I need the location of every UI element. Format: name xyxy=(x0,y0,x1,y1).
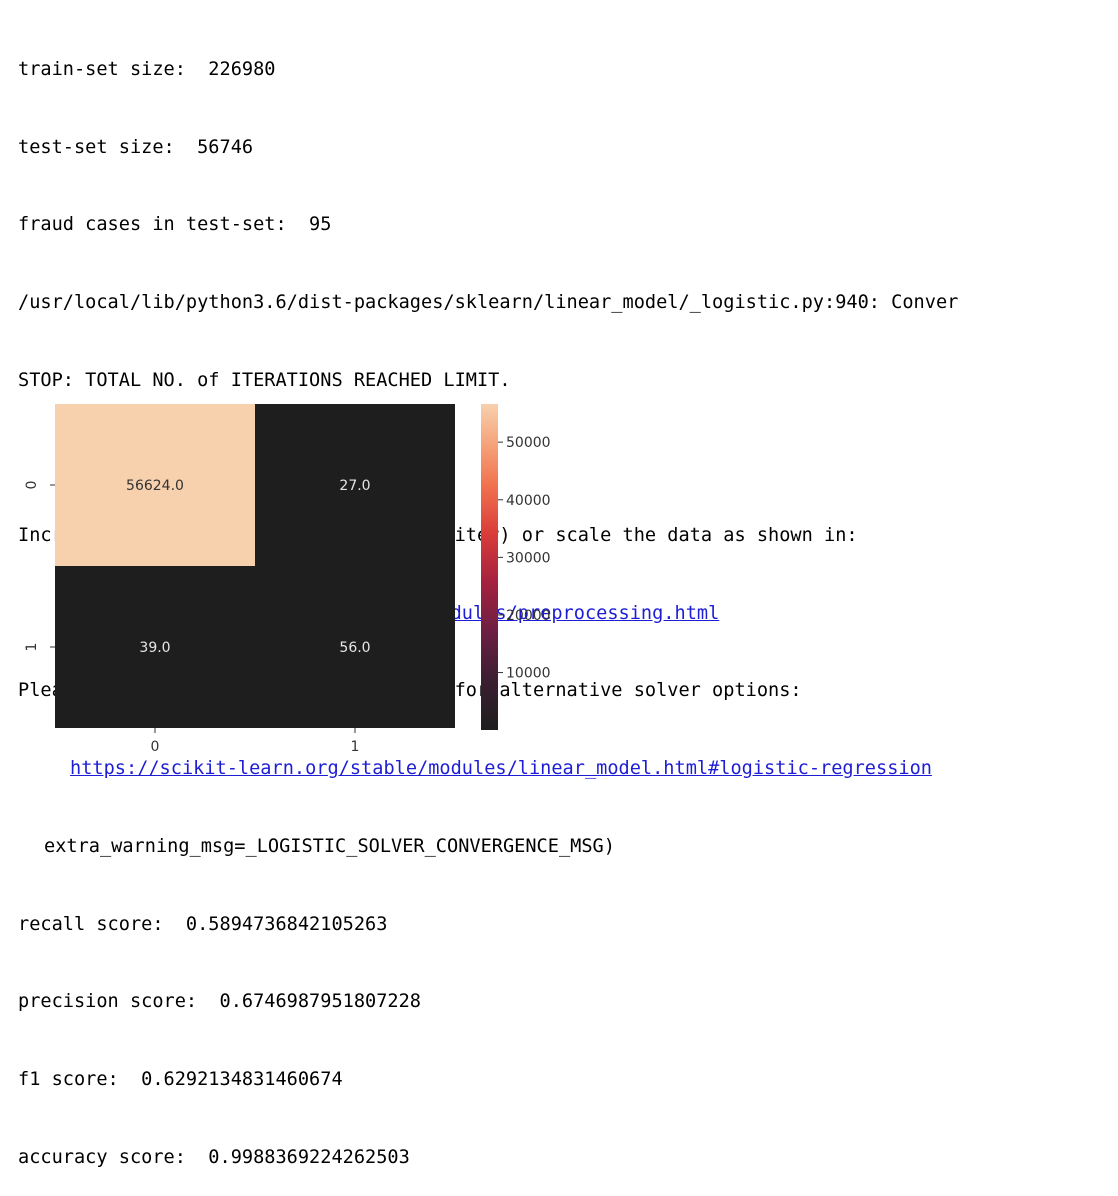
cell-annotation-1-0: 39.0 xyxy=(139,640,170,656)
colorbar-tick-label-0: 10000 xyxy=(506,666,551,682)
colorbar-tick-label-3: 40000 xyxy=(506,493,551,509)
fraud-cases-line: fraud cases in test-set: 95 xyxy=(18,214,332,236)
x-tick-label-1: 1 xyxy=(351,739,360,755)
colorbar xyxy=(481,404,498,730)
cell-annotation-1-1: 56.0 xyxy=(339,640,370,656)
confusion-matrix-figure: 56624.0 27.0 39.0 56.0 0 1 0 1 10000 20000 30000… xyxy=(0,398,600,776)
cell-annotation-0-0: 56624.0 xyxy=(126,478,184,494)
y-tick-label-1: 1 xyxy=(24,643,40,652)
warning-path-line: /usr/local/lib/python3.6/dist-packages/s… xyxy=(18,291,959,313)
extra-warning-line: extra_warning_msg=_LOGISTIC_SOLVER_CONVE… xyxy=(44,835,615,857)
test-size-line: test-set size: 56746 xyxy=(18,136,254,158)
cell-annotation-0-1: 27.0 xyxy=(339,478,370,494)
f1-score-line: f1 score: 0.6292134831460674 xyxy=(18,1068,343,1090)
precision-score-line: precision score: 0.6746987951807228 xyxy=(18,991,421,1013)
colorbar-tick-label-1: 20000 xyxy=(506,608,551,624)
confusion-matrix-heatmap: 56624.0 27.0 39.0 56.0 0 1 0 1 10000 20000 30000… xyxy=(24,404,551,755)
train-size-line: train-set size: 226980 xyxy=(18,58,276,80)
colorbar-tick-label-2: 30000 xyxy=(506,550,551,566)
stop-message-line: STOP: TOTAL NO. of ITERATIONS REACHED LI… xyxy=(18,369,511,391)
recall-score-line: recall score: 0.5894736842105263 xyxy=(18,913,388,935)
y-tick-label-0: 0 xyxy=(24,481,40,490)
colorbar-tick-label-4: 50000 xyxy=(506,435,551,451)
x-tick-label-0: 0 xyxy=(151,739,160,755)
accuracy-score-line: accuracy score: 0.9988369224262503 xyxy=(18,1146,410,1168)
